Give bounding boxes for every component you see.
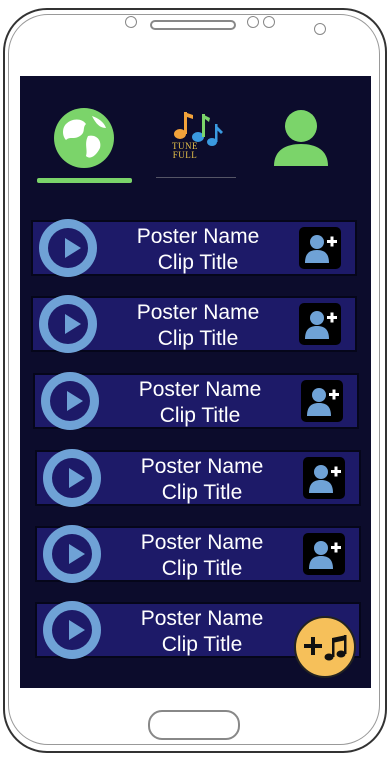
follow-poster-button[interactable]: [299, 227, 341, 269]
clip-row[interactable]: Poster Name Clip Title: [31, 219, 357, 277]
clip-title: Clip Title: [161, 633, 243, 656]
play-button[interactable]: [43, 525, 101, 583]
tab-divider: [156, 177, 236, 178]
logo-text-full: FULL: [172, 150, 198, 160]
play-button[interactable]: [41, 372, 99, 430]
clip-title: Clip Title: [161, 481, 243, 504]
front-camera-icon: [314, 23, 326, 35]
profile-icon: [274, 110, 328, 166]
play-button[interactable]: [43, 601, 101, 659]
poster-name: Poster Name: [136, 225, 260, 248]
add-user-icon: [307, 388, 339, 416]
play-icon: [52, 610, 92, 650]
clip-row[interactable]: Poster Name Clip Title: [35, 525, 361, 583]
globe-icon: [54, 108, 114, 168]
active-tab-indicator: [37, 178, 132, 183]
play-icon: [52, 458, 92, 498]
poster-name: Poster Name: [140, 531, 264, 554]
poster-name: Poster Name: [140, 607, 264, 630]
add-user-icon: [305, 235, 337, 263]
play-button[interactable]: [43, 449, 101, 507]
follow-poster-button[interactable]: [299, 303, 341, 345]
clip-title: Clip Title: [157, 327, 239, 350]
follow-poster-button[interactable]: [303, 457, 345, 499]
play-icon: [50, 381, 90, 421]
home-button[interactable]: [148, 710, 240, 740]
sensor-icon: [247, 16, 259, 28]
add-user-icon: [309, 541, 341, 569]
add-user-icon: [309, 465, 341, 493]
poster-name: Poster Name: [140, 455, 264, 478]
add-music-icon: [304, 635, 347, 661]
play-icon: [52, 534, 92, 574]
app-screen: TUNE FULL Poster Name Clip Title Poster Na…: [20, 76, 371, 688]
add-music-button[interactable]: [294, 616, 356, 678]
poster-name: Poster Name: [136, 301, 260, 324]
tab-globe[interactable]: [52, 106, 116, 170]
poster-name: Poster Name: [138, 378, 262, 401]
sensor-icon: [125, 16, 137, 28]
sensor-icon: [263, 16, 275, 28]
tab-home-logo[interactable]: TUNE FULL: [160, 106, 230, 170]
clip-row[interactable]: Poster Name Clip Title: [33, 372, 359, 430]
clip-row[interactable]: Poster Name Clip Title: [35, 449, 361, 507]
play-button[interactable]: [39, 295, 97, 353]
play-icon: [48, 228, 88, 268]
clip-row[interactable]: Poster Name Clip Title: [31, 295, 357, 353]
tab-profile[interactable]: [270, 106, 332, 168]
clip-title: Clip Title: [159, 404, 241, 427]
clip-title: Clip Title: [161, 557, 243, 580]
play-icon: [48, 304, 88, 344]
follow-poster-button[interactable]: [301, 380, 343, 422]
follow-poster-button[interactable]: [303, 533, 345, 575]
play-button[interactable]: [39, 219, 97, 277]
add-user-icon: [305, 311, 337, 339]
clip-title: Clip Title: [157, 251, 239, 274]
speaker-grille: [150, 20, 236, 30]
